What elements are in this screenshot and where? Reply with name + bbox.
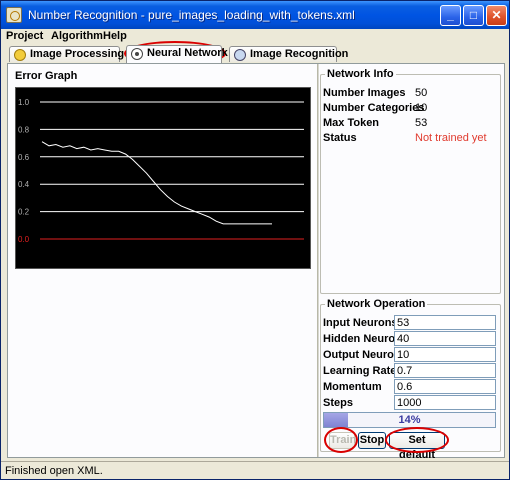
tab-neural-network[interactable]: Neural Network [126, 45, 228, 63]
network-operation-group: Network Operation Input Neurons Hidden N… [320, 298, 501, 461]
info-label-max-token: Max Token [323, 117, 380, 129]
y-tick-label: 0.8 [18, 125, 30, 134]
maximize-button[interactable]: □ [463, 5, 484, 26]
network-info-group: Network Info Number Images 50 Number Cat… [320, 68, 501, 294]
stop-button[interactable]: Stop [358, 432, 386, 449]
network-info-title: Network Info [325, 68, 396, 80]
image-recognition-icon [234, 49, 246, 61]
tab-strip: Image Processing Neural Network Image Re… [5, 41, 505, 66]
learning-rate-field[interactable] [394, 363, 496, 378]
label-steps: Steps [323, 397, 353, 409]
error-graph-svg: 1.0 0.8 0.6 0.4 0.2 0.0 [18, 98, 304, 244]
y-tick-label: 0.4 [18, 180, 30, 189]
neural-network-icon [131, 48, 143, 60]
info-value-max-token: 53 [415, 117, 428, 129]
title-bar[interactable]: Number Recognition - pure_images_loading… [1, 1, 509, 29]
info-value-number-categories: 10 [415, 102, 428, 114]
train-button[interactable]: Train [329, 432, 356, 449]
info-label-status: Status [323, 132, 357, 144]
label-momentum: Momentum [323, 381, 382, 393]
menu-algorithm[interactable]: Algorithm [51, 30, 103, 42]
tab-label: Image Processing [30, 48, 125, 60]
y-tick-label: 0.2 [18, 208, 30, 217]
close-button[interactable]: ✕ [486, 5, 507, 26]
app-window: Number Recognition - pure_images_loading… [0, 0, 510, 480]
steps-field[interactable] [394, 395, 496, 410]
set-default-button[interactable]: Set default [389, 432, 445, 461]
output-neurons-field[interactable] [394, 347, 496, 362]
tab-image-processing[interactable]: Image Processing [9, 46, 124, 62]
error-graph-panel: Error Graph 1.0 0.8 0.6 0.4 0.2 0.0 [12, 68, 312, 269]
info-label-number-categories: Number Categories [323, 102, 425, 114]
label-input-neurons: Input Neurons [323, 317, 398, 329]
y-tick-label: 1.0 [18, 98, 30, 107]
tab-label: Image Recognition [250, 48, 349, 60]
menu-project[interactable]: Project [6, 30, 43, 42]
momentum-field[interactable] [394, 379, 496, 394]
network-operation-title: Network Operation [325, 298, 428, 310]
info-label-number-images: Number Images [323, 87, 406, 99]
neural-network-panel: Error Graph 1.0 0.8 0.6 0.4 0.2 0.0 Network I… [7, 63, 505, 461]
window-title: Number Recognition - pure_images_loading… [28, 8, 355, 22]
app-icon [6, 7, 22, 23]
menu-help[interactable]: Help [103, 30, 127, 42]
error-graph: 1.0 0.8 0.6 0.4 0.2 0.0 [15, 87, 311, 269]
splitter[interactable] [317, 64, 319, 457]
tab-label: Neural Network [147, 47, 228, 59]
input-neurons-field[interactable] [394, 315, 496, 330]
y-tick-label: 0.0 [18, 235, 30, 244]
tab-image-recognition[interactable]: Image Recognition [229, 46, 348, 62]
image-processing-icon [14, 49, 26, 61]
progress-text: 14% [398, 414, 421, 426]
minimize-button[interactable]: _ [440, 5, 461, 26]
info-value-status: Not trained yet [415, 132, 487, 144]
menu-bar: Project Algorithm Help [1, 29, 509, 45]
error-graph-title: Error Graph [15, 70, 78, 82]
label-learning-rate: Learning Rate [323, 365, 397, 377]
training-progress-bar: 14% [323, 412, 496, 428]
status-bar: Finished open XML. [1, 461, 509, 479]
hidden-neurons-field[interactable] [394, 331, 496, 346]
status-text: Finished open XML. [5, 465, 103, 477]
y-tick-label: 0.6 [18, 153, 30, 162]
info-value-number-images: 50 [415, 87, 428, 99]
